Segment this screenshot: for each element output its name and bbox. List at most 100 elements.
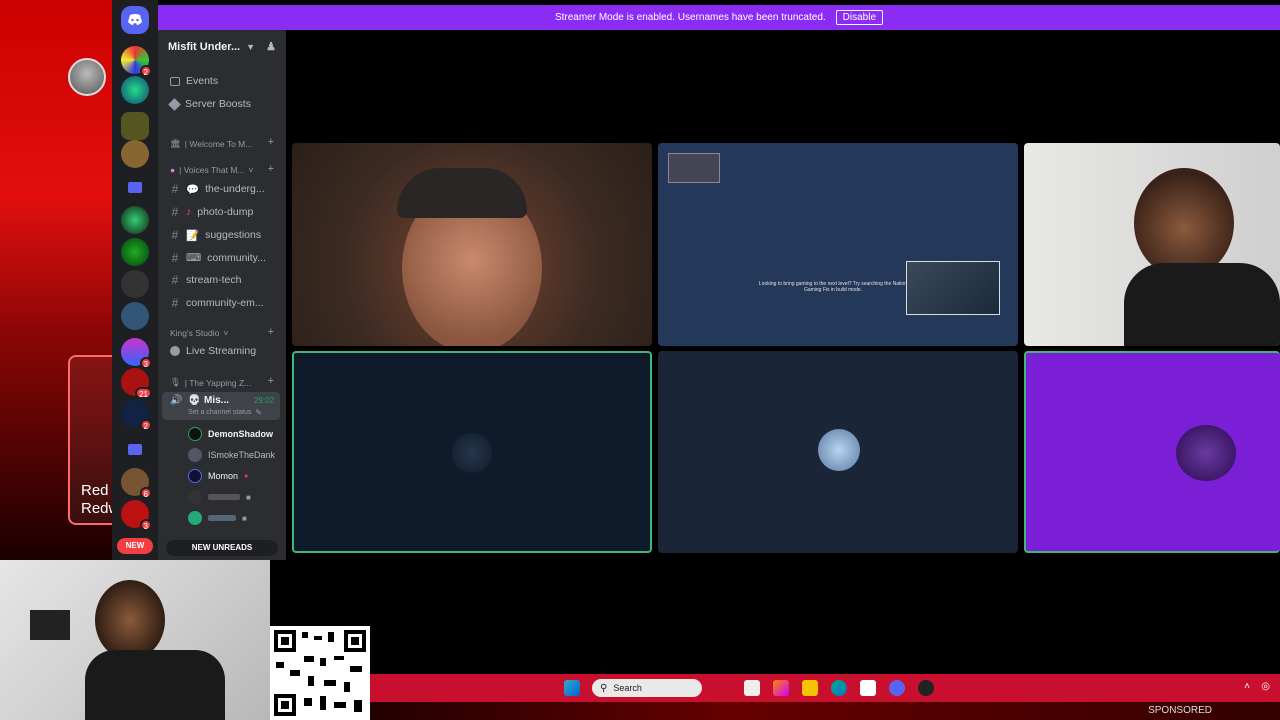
mascot-avatar: [818, 429, 860, 471]
webcam-shirt: [85, 650, 225, 720]
server-boosts-link[interactable]: Server Boosts: [168, 97, 251, 111]
server-icon[interactable]: [121, 238, 149, 266]
category-voices[interactable]: ● | Voices That M... ˅: [170, 165, 253, 175]
screen: Red Redw 2 3 21 2 6 3 NEW Streamer Mode …: [0, 0, 1280, 720]
new-servers-pill[interactable]: NEW: [117, 538, 153, 554]
edge-icon[interactable]: [831, 680, 847, 696]
task-view-icon[interactable]: [744, 680, 760, 696]
active-voice-channel[interactable]: 🔊 💀 Mis... 29:02 Set a channel status ✎: [162, 392, 280, 420]
hash-icon: #: [171, 296, 179, 310]
brain-icon: ●: [170, 165, 176, 175]
voice-user[interactable]: ■: [188, 490, 251, 504]
live-indicator-icon: ●: [244, 472, 249, 480]
wolf-avatar: [452, 433, 492, 473]
add-member-icon[interactable]: ♟: [266, 40, 276, 53]
add-channel-icon[interactable]: +: [268, 326, 274, 338]
boost-icon: [168, 97, 181, 111]
new-unreads-pill[interactable]: NEW UNREADS: [166, 540, 278, 556]
participant-video: [1134, 168, 1234, 278]
discord-home-icon[interactable]: [121, 6, 149, 34]
webcam-monitor: [30, 610, 70, 640]
server-icon[interactable]: 21: [121, 368, 152, 399]
server-icon[interactable]: 2: [121, 46, 152, 77]
hash-icon: #: [171, 228, 179, 242]
disable-button[interactable]: Disable: [835, 10, 884, 25]
screen-caption: Looking to bring gaming to the next leve…: [758, 281, 908, 293]
pencil-icon[interactable]: ✎: [255, 408, 262, 417]
voice-user[interactable]: Momon ●: [188, 469, 248, 483]
channel-item[interactable]: # 💬 the-underg...: [170, 182, 265, 196]
building-icon: 🏛: [170, 138, 181, 148]
webcam-face: [95, 580, 165, 660]
live-streaming-channel[interactable]: Live Streaming: [170, 345, 256, 357]
channel-item[interactable]: # 📝 suggestions: [170, 228, 261, 242]
category-welcome[interactable]: 🏛 | Welcome To M...: [170, 138, 252, 149]
stage-icon: [170, 346, 180, 356]
chevron-up-icon[interactable]: ˄: [1244, 681, 1250, 692]
add-channel-icon[interactable]: +: [268, 136, 274, 148]
console-icon: ⌨: [186, 252, 202, 264]
voice-user[interactable]: ISmokeTheDank: [188, 448, 275, 462]
voice-user[interactable]: DemonShadow: [188, 427, 273, 441]
qr-code: [270, 626, 370, 720]
discord-icon[interactable]: [889, 680, 905, 696]
speech-icon: 💬: [186, 183, 200, 196]
server-icon[interactable]: [121, 206, 149, 234]
mic-icon: 🎙: [170, 377, 181, 387]
taskbar-search[interactable]: ⚲ Search: [592, 679, 702, 697]
add-channel-icon[interactable]: +: [268, 375, 274, 387]
network-icon[interactable]: ◎: [1261, 681, 1270, 692]
channel-item[interactable]: # ⌨ community...: [170, 251, 266, 265]
embedded-video: [906, 261, 1000, 315]
server-icon[interactable]: [121, 76, 149, 104]
server-icon[interactable]: [121, 270, 149, 298]
avatar-tile[interactable]: [292, 351, 652, 553]
channel-item[interactable]: # ♪ photo-dump: [170, 205, 254, 219]
category-yapping[interactable]: 🎙 | The Yapping Z...: [170, 377, 251, 388]
avatar: [188, 490, 202, 504]
truncated-name: [208, 515, 236, 521]
server-icon[interactable]: 3: [121, 500, 152, 531]
banner-text: Streamer Mode is enabled. Usernames have…: [554, 12, 826, 23]
camera-icon: ■: [246, 492, 251, 502]
server-icon[interactable]: [121, 302, 149, 330]
server-rail: 2 3 21 2 6 3 NEW: [112, 0, 158, 560]
avatar: [188, 511, 202, 525]
video-tile[interactable]: [1024, 143, 1280, 346]
folder-icon[interactable]: [128, 444, 142, 455]
server-icon[interactable]: 6: [121, 468, 152, 499]
events-link[interactable]: Events: [170, 75, 218, 87]
chevron-down-icon: ▼: [246, 41, 256, 52]
server-header[interactable]: Misfit Under... ▼ ♟: [158, 30, 286, 63]
server-icon[interactable]: [121, 140, 149, 168]
channel-item[interactable]: # community-em...: [170, 296, 264, 310]
channel-sidebar: Misfit Under... ▼ ♟ Events Server Boosts…: [158, 30, 286, 560]
channel-item[interactable]: # stream-tech: [170, 273, 242, 287]
server-icon[interactable]: [121, 112, 149, 140]
speaker-icon: 🔊: [170, 395, 183, 406]
memo-icon: 📝: [186, 229, 200, 242]
start-icon[interactable]: [564, 680, 580, 696]
server-icon[interactable]: 3: [121, 338, 152, 369]
cap-shape: [397, 168, 527, 218]
overlay-avatar: [68, 58, 106, 96]
add-channel-icon[interactable]: +: [268, 163, 274, 175]
voice-user[interactable]: ■: [188, 511, 247, 525]
folder-icon[interactable]: [128, 182, 142, 193]
server-name: Misfit Under...: [168, 40, 241, 53]
screen-share-tile[interactable]: Looking to bring gaming to the next leve…: [658, 143, 1018, 346]
copilot-icon[interactable]: [773, 680, 789, 696]
skull-icon: 💀: [188, 395, 201, 406]
category-kings-studio[interactable]: King's Studio ˅: [170, 328, 228, 338]
streamer-mode-banner: Streamer Mode is enabled. Usernames have…: [158, 5, 1280, 30]
hash-icon: #: [171, 205, 179, 219]
video-tile[interactable]: [292, 143, 652, 346]
store-icon[interactable]: [860, 680, 876, 696]
channel-status[interactable]: Set a channel status: [188, 409, 251, 416]
avatar-tile[interactable]: [1024, 351, 1280, 553]
shirt-shape: [1124, 263, 1280, 346]
avatar-tile[interactable]: [658, 351, 1018, 553]
server-icon[interactable]: 2: [121, 400, 152, 431]
file-explorer-icon[interactable]: [802, 680, 818, 696]
obs-icon[interactable]: [918, 680, 934, 696]
